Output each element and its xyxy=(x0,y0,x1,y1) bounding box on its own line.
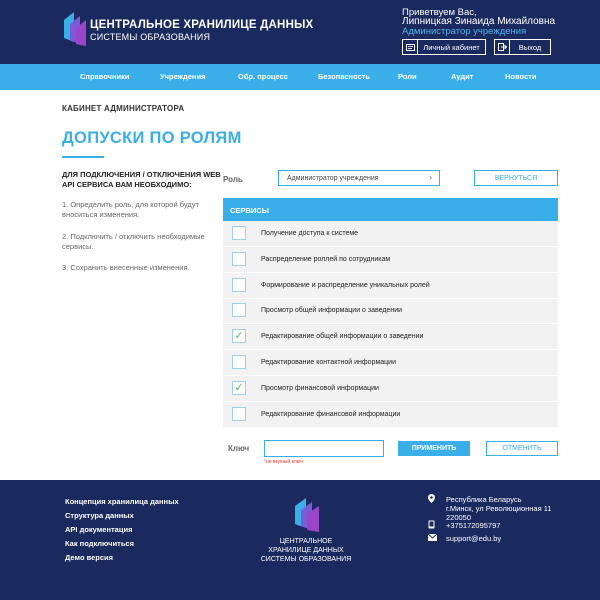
role-label: Роль xyxy=(223,175,243,184)
instruction-step: 2. Подключить / отключить необходимые се… xyxy=(62,232,205,251)
services-panel: СЕРВИСЫ Получение доступа к системе Распр… xyxy=(223,198,558,428)
service-label: Распределение роллей по сотрудникам xyxy=(261,255,391,263)
logo-subtitle: СИСТЕМЫ ОБРАЗОВАНИЯ xyxy=(90,32,211,42)
checkbox[interactable] xyxy=(232,355,246,369)
footer-link-how-to-connect[interactable]: Как подключиться xyxy=(65,539,134,548)
breadcrumb: КАБИНЕТ АДМИНИСТРАТОРА xyxy=(62,104,185,113)
service-label: Просмотр общей информации о заведении xyxy=(261,307,403,315)
apply-button[interactable]: ПРИМЕНИТЬ xyxy=(398,441,470,456)
exit-label: Выход xyxy=(518,42,542,52)
checkbox-checked[interactable]: ✓ xyxy=(232,380,246,395)
role-select[interactable]: Администратор учреждения › xyxy=(278,170,440,186)
footer-link-demo[interactable]: Демо версия xyxy=(65,553,113,562)
service-row[interactable]: ✓ Просмотр финансовой информации xyxy=(223,376,558,402)
key-error: *не верный ключ xyxy=(264,459,303,465)
footer-email[interactable]: support@edu.by xyxy=(446,534,501,543)
service-row[interactable]: Формирование и распределение уникальных … xyxy=(223,273,558,299)
footer-logo-text: ЦЕНТРАЛЬНОЕ ХРАНИЛИЦЕ ДАННЫХ СИСТЕМЫ ОБР… xyxy=(258,537,354,564)
nav-item-directories[interactable]: Справочники xyxy=(80,72,129,81)
footer-phone[interactable]: +375172095797 xyxy=(446,521,500,530)
key-input[interactable] xyxy=(264,440,384,457)
chevron-right-icon: › xyxy=(429,173,432,182)
service-label: Редактирование финансовой информации xyxy=(261,410,401,418)
page-title: ДОПУСКИ ПО РОЛЯМ xyxy=(62,129,242,147)
footer-logo-line: СИСТЕМЫ ОБРАЗОВАНИЯ xyxy=(260,556,352,563)
footer-link-api-docs[interactable]: API документация xyxy=(65,525,132,534)
main-nav: Справочники Учреждения Обр. процесс Безо… xyxy=(0,64,600,90)
service-row[interactable]: Распределение роллей по сотрудникам xyxy=(223,247,558,273)
address-line: г.Минск, ул Революционная 11 xyxy=(446,504,552,513)
service-label: Формирование и распределение уникальных … xyxy=(261,281,430,289)
title-underline xyxy=(62,156,104,158)
services-header: СЕРВИСЫ xyxy=(223,198,558,221)
nav-item-security[interactable]: Безопасность xyxy=(318,72,370,81)
logout-icon xyxy=(495,40,510,54)
nav-item-audit[interactable]: Аудит xyxy=(451,72,473,81)
service-label: Получение доступа к системе xyxy=(261,230,359,237)
footer-link-concept[interactable]: Концепция хранилица данных xyxy=(65,497,179,506)
checkbox-checked[interactable]: ✓ xyxy=(232,329,246,344)
logo-icon xyxy=(64,12,86,46)
service-label: Редактирование контактной информации xyxy=(261,359,397,366)
service-row[interactable]: Просмотр общей информации о заведении xyxy=(223,298,558,325)
checkbox[interactable] xyxy=(232,277,246,292)
service-row[interactable]: ✓ Редактирование общей информации о завед… xyxy=(223,324,558,351)
checkbox[interactable] xyxy=(232,406,246,421)
role-select-value: Администратор учреждения xyxy=(287,174,379,182)
logo-title: ЦЕНТРАЛЬНОЕ ХРАНИЛИЦЕ ДАННЫХ xyxy=(90,19,314,31)
nav-item-institutions[interactable]: Учреждения xyxy=(160,72,205,81)
instruction-step: 1. Определить роль, для которой будут вн… xyxy=(62,200,199,219)
service-row[interactable]: Получение доступа к системе xyxy=(223,221,558,247)
address-line: Республика Беларусь xyxy=(446,495,522,504)
footer-link-structure[interactable]: Структура данных xyxy=(65,511,134,520)
nav-item-edu-process[interactable]: Обр. процесс xyxy=(238,72,288,81)
service-label: Просмотр финансовой информации xyxy=(261,384,379,392)
footer-logo-line: ХРАНИЛИЦЕ ДАННЫХ xyxy=(268,547,344,554)
service-label: Редактирование общей информации о заведе… xyxy=(261,333,424,341)
service-row[interactable]: Редактирование контактной информации xyxy=(223,350,558,376)
back-button[interactable]: ВЕРНУТЬСЯ xyxy=(474,170,558,186)
header: ЦЕНТРАЛЬНОЕ ХРАНИЛИЦЕ ДАННЫХ СИСТЕМЫ ОБР… xyxy=(0,0,600,64)
footer-logo-line: ЦЕНТРАЛЬНОЕ xyxy=(279,538,333,545)
exit-button[interactable]: Выход xyxy=(494,39,551,55)
checkbox[interactable] xyxy=(232,303,246,318)
user-role: Администратор учреждения xyxy=(402,26,527,37)
nav-item-news[interactable]: Новости xyxy=(505,72,536,81)
instructions-heading: ДЛЯ ПОДКЛЮЧЕНИЯ / ОТКЛЮЧЕНИЯ WEB API СЕР… xyxy=(62,170,221,189)
key-label: Ключ xyxy=(228,444,250,453)
location-pin-icon xyxy=(428,494,435,505)
phone-icon xyxy=(428,520,435,531)
cancel-button[interactable]: ОТМЕНИТЬ xyxy=(486,441,558,456)
nav-item-roles[interactable]: Роли xyxy=(398,72,417,81)
id-card-icon xyxy=(403,40,418,54)
checkbox[interactable] xyxy=(232,251,246,266)
envelope-icon xyxy=(427,533,438,543)
cabinet-button[interactable]: Личный кабинет xyxy=(402,39,486,55)
checkbox[interactable] xyxy=(232,226,246,240)
footer-logo-icon xyxy=(295,498,319,532)
service-row[interactable]: Редактирование финансовой информации xyxy=(223,402,558,428)
footer-address: Республика Беларусь г.Минск, ул Революци… xyxy=(446,495,552,522)
instruction-step: 3. Сохранить внесенные изменения. xyxy=(62,263,190,272)
cabinet-label: Личный кабинет xyxy=(423,42,480,52)
